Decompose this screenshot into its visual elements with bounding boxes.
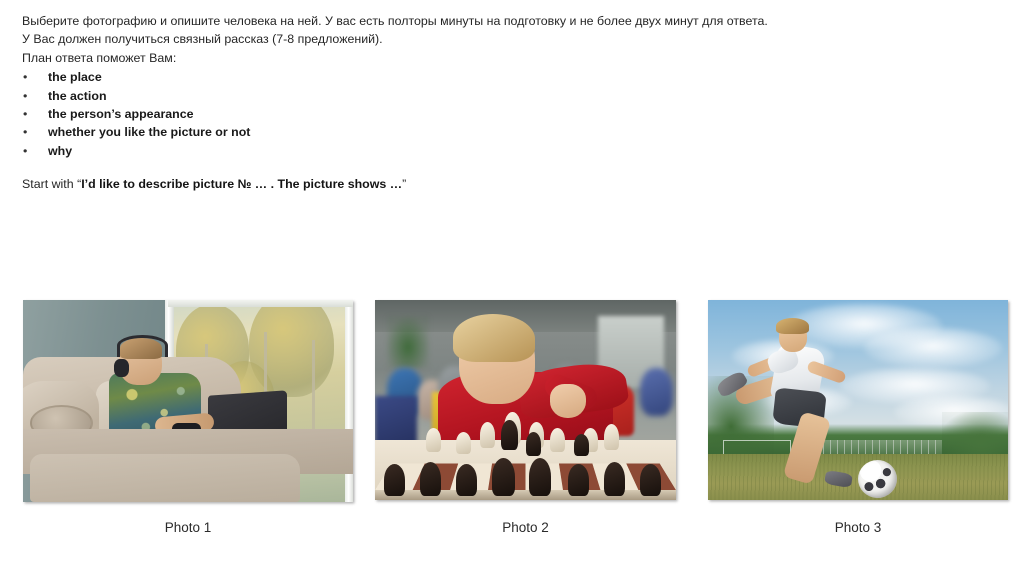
photo-2-scene	[375, 300, 676, 500]
photo-2-image[interactable]	[375, 300, 676, 500]
boy-hair	[453, 314, 535, 362]
chess-piece-white	[456, 432, 472, 454]
headphone-earcup	[113, 358, 129, 377]
football-ball	[858, 460, 897, 498]
ottoman	[29, 453, 301, 502]
chess-piece-black	[528, 458, 552, 496]
chess-piece-black	[573, 434, 589, 456]
chess-piece-black	[525, 432, 541, 456]
photo-3-image[interactable]	[708, 300, 1008, 500]
headphones-icon	[117, 335, 168, 357]
chess-piece-white	[549, 428, 565, 452]
photo-1-image[interactable]	[23, 300, 353, 502]
chess-piece-white	[480, 422, 496, 448]
photo-1-caption: Photo 1	[164, 520, 212, 535]
background-plant	[387, 316, 430, 368]
photo-3-scene	[708, 300, 1008, 500]
chess-piece-black	[501, 420, 518, 450]
boy-hand	[549, 384, 586, 418]
photo-3-caption: Photo 3	[834, 520, 882, 535]
chess-piece-white	[426, 428, 442, 452]
chess-piece-black	[567, 464, 589, 496]
chess-piece-black	[603, 462, 625, 496]
chess-piece-black	[456, 464, 478, 496]
boy-hair	[775, 318, 809, 334]
chess-piece-white	[603, 424, 619, 450]
photo-1-scene	[23, 300, 353, 502]
photo-2-caption: Photo 2	[502, 520, 549, 535]
chess-piece-black	[384, 464, 406, 496]
background-child	[639, 368, 673, 416]
window-frame-header	[168, 300, 353, 307]
chess-piece-black	[420, 462, 442, 496]
photo-row: Photo 1 Photo 2 Photo 3	[0, 0, 1024, 576]
chess-piece-black	[492, 458, 515, 496]
chess-piece-black	[639, 464, 661, 496]
cloud	[864, 328, 1002, 368]
